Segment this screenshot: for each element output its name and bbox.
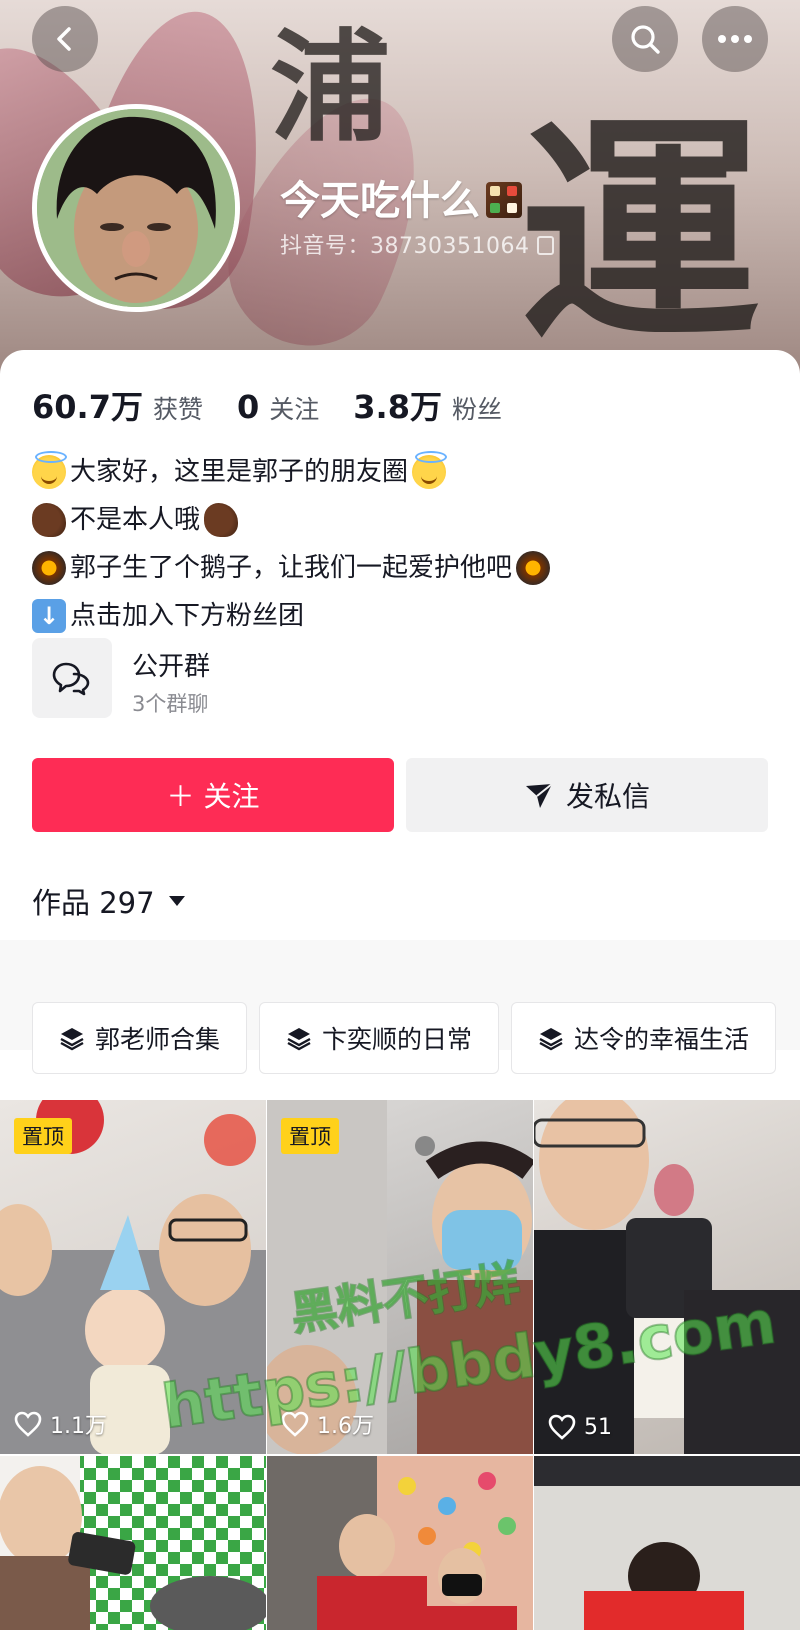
group-chat-icon — [32, 638, 112, 718]
collection-label: 达令的幸福生活 — [574, 1025, 750, 1054]
halo-smile-icon — [32, 451, 67, 489]
video-frame — [0, 1456, 266, 1630]
heart-icon — [548, 1414, 576, 1440]
following-label[interactable]: 关注 — [269, 390, 319, 426]
chevron-left-icon — [57, 27, 71, 51]
frying-pan-icon — [516, 551, 551, 585]
works-label: 作品 297 — [32, 886, 155, 920]
collection-label: 卞奕顺的日常 — [322, 1025, 473, 1054]
send-icon — [525, 783, 553, 808]
bio-line: 不是本人哦 — [32, 496, 554, 544]
video-thumbnail[interactable] — [534, 1456, 800, 1630]
bio-text: 郭子生了个鹅子，让我们一起爱护他吧 — [70, 553, 513, 583]
bio-text: 不是本人哦 — [70, 505, 201, 535]
video-likes: 1.1万 — [14, 1408, 107, 1440]
pinned-badge: 置顶 — [14, 1118, 72, 1154]
layers-icon — [539, 1028, 563, 1051]
nickname-text: 今天吃什么 — [280, 178, 480, 224]
pinned-badge: 置顶 — [281, 1118, 339, 1154]
collections-row: 郭老师合集 卞奕顺的日常 达令的幸福生活 — [32, 1002, 777, 1074]
likes-count: 51 — [584, 1414, 612, 1440]
bento-icon — [486, 182, 522, 218]
bio-line: ↓ 点击加入下方粉丝团 — [32, 592, 554, 640]
nickname: 今天吃什么 — [280, 168, 522, 226]
video-thumbnail[interactable] — [267, 1456, 533, 1630]
search-button[interactable] — [612, 6, 678, 72]
collection-chip[interactable]: 郭老师合集 — [32, 1002, 248, 1074]
profile-header: 浦 運 今天吃什么 抖音号：38730351064 — [0, 0, 800, 380]
message-label: 发私信 — [565, 780, 650, 813]
calligraphy-char: 浦 — [270, 17, 390, 158]
collection-label: 郭老师合集 — [95, 1025, 221, 1054]
collection-chip[interactable]: 卞奕顺的日常 — [259, 1002, 500, 1074]
group-subtitle: 3个群聊 — [132, 692, 209, 716]
heart-icon — [14, 1411, 42, 1437]
video-thumbnail[interactable]: 51 — [534, 1100, 800, 1454]
group-title: 公开群 — [132, 652, 211, 682]
douyin-id[interactable]: 抖音号：38730351064 — [280, 228, 555, 260]
frying-pan-icon — [32, 551, 66, 585]
avatar[interactable] — [32, 104, 240, 312]
public-group-entry[interactable]: 公开群 3个群聊 — [32, 638, 632, 720]
caret-down-icon — [168, 896, 185, 906]
followers-label[interactable]: 粉丝 — [452, 390, 502, 426]
back-button[interactable] — [32, 6, 98, 72]
bio-text: 大家好，这里是郭子的朋友圈 — [70, 457, 409, 487]
video-likes: 51 — [548, 1414, 612, 1440]
video-thumbnail[interactable] — [0, 1456, 266, 1630]
video-frame — [317, 1456, 533, 1630]
stats-row: 60.7万 获赞 0 关注 3.8万 粉丝 — [32, 382, 536, 428]
bio: 大家好，这里是郭子的朋友圈 不是本人哦 郭子生了个鹅子，让我们一起爱护他吧 ↓ … — [32, 448, 554, 640]
likes-label[interactable]: 获赞 — [153, 390, 203, 426]
message-button[interactable]: 发私信 — [406, 758, 768, 832]
boar-icon — [204, 503, 239, 537]
followers-count[interactable]: 3.8万 — [353, 382, 442, 428]
halo-smile-icon — [412, 451, 448, 489]
follow-button[interactable]: ＋ 关注 — [32, 758, 394, 832]
down-arrow-icon: ↓ — [32, 599, 66, 633]
bio-line: 大家好，这里是郭子的朋友圈 — [32, 448, 554, 496]
bio-line: 郭子生了个鹅子，让我们一起爱护他吧 — [32, 544, 554, 592]
collection-chip[interactable]: 达令的幸福生活 — [511, 1002, 777, 1074]
boar-icon — [32, 503, 66, 537]
likes-count: 1.1万 — [50, 1414, 107, 1439]
douyin-id-text: 抖音号：38730351064 — [280, 234, 530, 259]
search-icon — [631, 25, 660, 54]
video-frame — [534, 1100, 800, 1454]
layers-icon — [60, 1028, 84, 1051]
more-icon — [718, 35, 752, 43]
more-button[interactable] — [702, 6, 768, 72]
following-count[interactable]: 0 — [237, 388, 259, 426]
works-dropdown[interactable]: 作品 297 — [32, 880, 185, 922]
avatar-image — [37, 109, 235, 307]
video-frame — [534, 1456, 800, 1630]
calligraphy-char: 運 — [520, 92, 761, 374]
copy-icon[interactable] — [537, 236, 555, 255]
likes-count[interactable]: 60.7万 — [32, 382, 143, 428]
bio-text: 点击加入下方粉丝团 — [70, 601, 305, 631]
layers-icon — [287, 1028, 311, 1051]
